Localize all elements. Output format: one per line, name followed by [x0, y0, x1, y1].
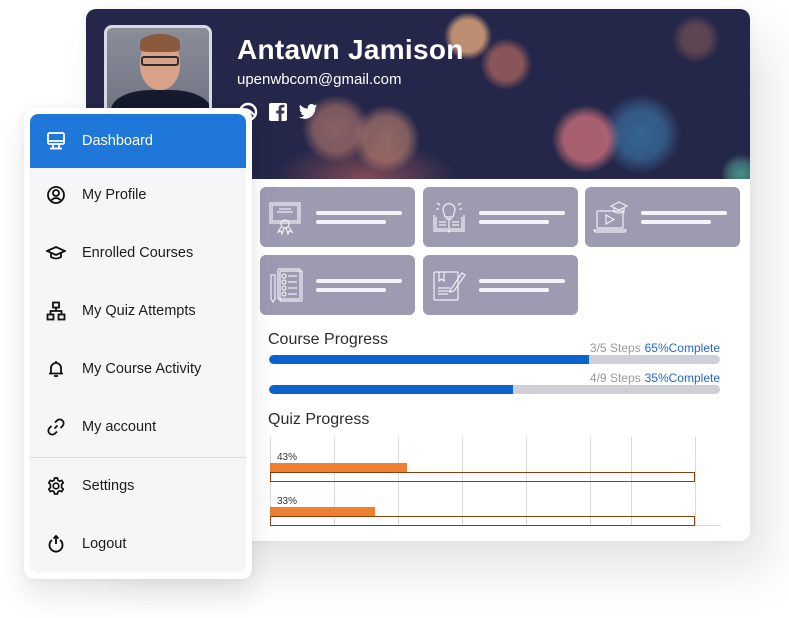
quiz-progress-chart: 43% 33%	[270, 437, 721, 526]
sidebar-container: Dashboard My Profile Enrolled Courses My…	[24, 108, 252, 579]
sidebar-item-label: Settings	[82, 478, 135, 494]
chart-grid-line	[695, 437, 696, 526]
progress-bar-track	[269, 355, 720, 364]
course-progress-meta: 4/9 Steps 35%Complete	[590, 371, 720, 385]
sidebar-item-my-profile[interactable]: My Profile	[30, 168, 246, 222]
sidebar-item-enrolled-courses[interactable]: Enrolled Courses	[30, 226, 246, 280]
bar-data-label: 33%	[277, 496, 298, 507]
course-progress-meta: 3/5 Steps 65%Complete	[590, 341, 720, 355]
bell-icon	[46, 359, 66, 379]
stat-placeholder-line	[479, 279, 565, 283]
avatar-glasses	[141, 56, 179, 66]
sidebar-item-label: My Course Activity	[82, 361, 202, 377]
lightbulb-book-icon	[431, 199, 467, 235]
steps-count: 3/5 Steps	[589, 341, 641, 355]
link-icon	[46, 417, 66, 437]
stat-placeholder-line	[479, 220, 549, 224]
stat-card-assignments[interactable]	[423, 255, 578, 315]
stat-card-certificates[interactable]	[260, 187, 415, 247]
sidebar-item-label: My Quiz Attempts	[82, 303, 196, 319]
sitemap-icon	[46, 301, 66, 321]
stat-placeholder-line	[316, 211, 402, 215]
sidebar-item-label: Dashboard	[82, 133, 153, 149]
stat-placeholder-line	[641, 211, 727, 215]
quiz-bar	[270, 463, 408, 472]
certificate-icon	[268, 199, 304, 236]
complete-percent: 65%Complete	[644, 341, 720, 355]
quiz-progress-title: Quiz Progress	[268, 411, 370, 428]
stat-placeholder-line	[316, 279, 402, 283]
stat-card-courses[interactable]	[585, 187, 740, 247]
gear-icon	[46, 476, 66, 496]
sidebar-item-my-course-activity[interactable]: My Course Activity	[30, 342, 246, 396]
stat-card-lessons[interactable]	[423, 187, 578, 247]
video-course-icon	[593, 199, 629, 235]
quiz-bar-total-outline	[270, 516, 695, 526]
graduation-cap-icon	[44, 243, 68, 263]
steps-count: 4/9 Steps	[589, 371, 641, 385]
course-progress-title: Course Progress	[268, 331, 389, 348]
bar-data-label: 43%	[277, 452, 298, 463]
progress-bar-fill	[269, 355, 590, 364]
complete-percent: 35%Complete	[644, 371, 720, 385]
user-email: upenwbcom@gmail.com	[237, 71, 402, 88]
facebook-icon[interactable]	[268, 102, 288, 122]
sidebar-divider	[30, 457, 246, 458]
stat-placeholder-line	[479, 211, 565, 215]
progress-bar-track	[269, 385, 720, 394]
notebook-pencil-icon	[431, 267, 467, 303]
stat-placeholder-line	[316, 288, 386, 292]
sidebar-item-logout[interactable]: Logout	[30, 517, 246, 571]
sidebar-item-dashboard[interactable]: Dashboard	[30, 114, 246, 168]
quiz-bar-total-outline	[270, 472, 695, 482]
sidebar-item-label: My account	[82, 419, 157, 435]
sidebar-item-label: Logout	[82, 536, 127, 552]
quiz-bar	[270, 507, 376, 516]
monitor-icon	[46, 131, 66, 151]
avatar-hair	[140, 34, 180, 52]
stat-card-quizzes[interactable]	[260, 255, 415, 315]
twitter-icon[interactable]	[298, 102, 318, 122]
sidebar-nav: Dashboard My Profile Enrolled Courses My…	[30, 114, 246, 573]
stat-placeholder-line	[479, 288, 549, 292]
sidebar-item-my-account[interactable]: My account	[30, 400, 246, 454]
checklist-icon	[268, 267, 304, 304]
stat-placeholder-line	[641, 220, 711, 224]
stat-placeholder-line	[316, 220, 386, 224]
sidebar-item-label: Enrolled Courses	[82, 245, 194, 261]
sidebar-item-label: My Profile	[82, 187, 147, 203]
user-name: Antawn Jamison	[237, 34, 464, 65]
progress-bar-fill	[269, 385, 513, 394]
user-circle-icon	[46, 185, 66, 205]
sidebar-item-settings[interactable]: Settings	[30, 459, 246, 513]
sidebar-item-my-quiz-attempts[interactable]: My Quiz Attempts	[30, 284, 246, 338]
logout-icon	[46, 534, 66, 554]
